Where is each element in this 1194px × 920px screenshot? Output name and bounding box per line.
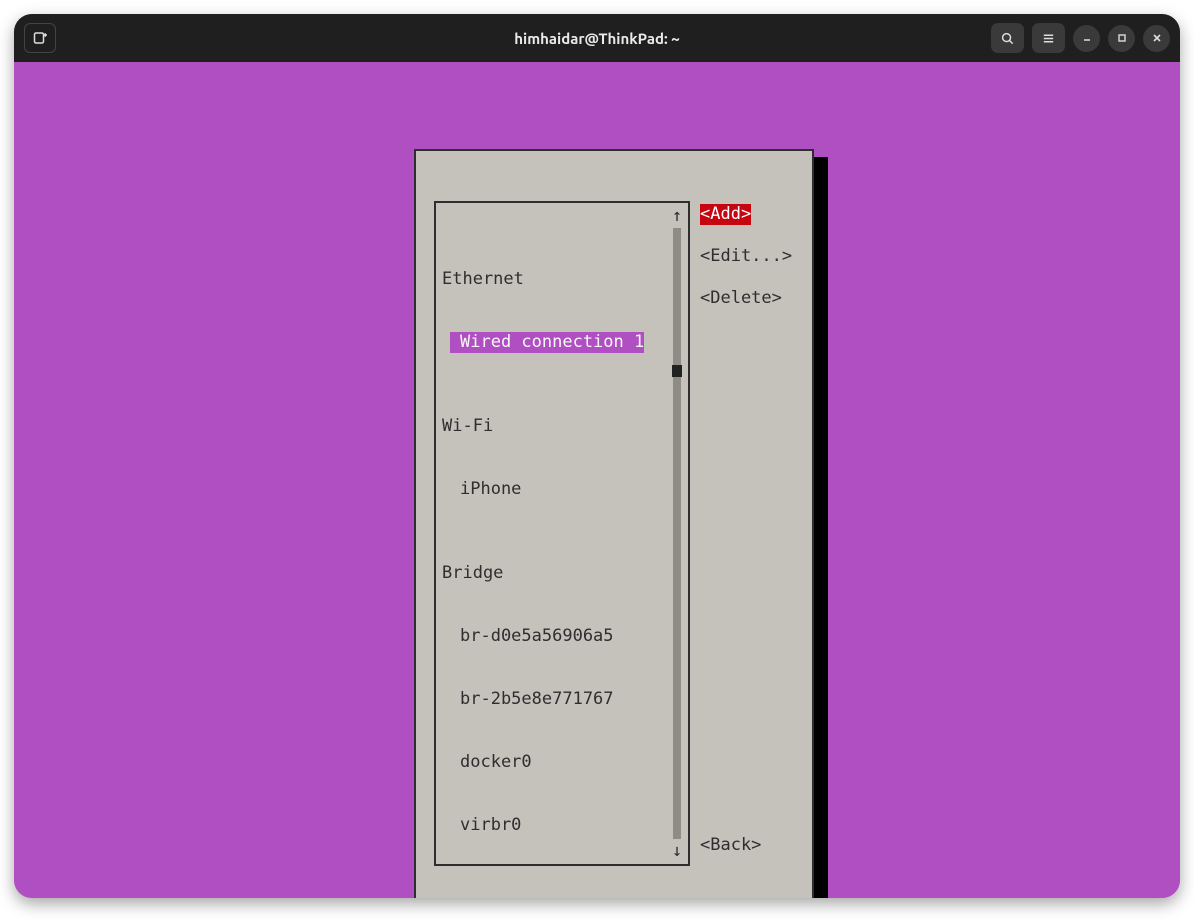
action-buttons: <Add> <Edit...> <Delete> (700, 204, 792, 309)
scrollbar[interactable]: ↑ ↓ (669, 206, 685, 861)
hamburger-icon (1041, 31, 1056, 46)
list-item[interactable]: iPhone (442, 479, 664, 500)
menu-button[interactable] (1032, 23, 1065, 53)
minimize-icon (1081, 32, 1093, 44)
nmtui-dialog: Ethernet Wired connection 1 Wi-Fi iPhone… (414, 149, 814, 898)
list-item[interactable]: br-d0e5a56906a5 (442, 626, 664, 647)
scroll-down-arrow[interactable]: ↓ (672, 841, 682, 861)
scrollbar-thumb[interactable] (672, 365, 682, 377)
close-icon (1151, 32, 1163, 44)
new-tab-icon (32, 30, 48, 46)
list-item[interactable]: docker0 (442, 752, 664, 773)
search-button[interactable] (991, 23, 1024, 53)
add-button[interactable]: <Add> (700, 204, 751, 225)
scrollbar-track[interactable] (673, 228, 681, 839)
maximize-button[interactable] (1108, 25, 1135, 52)
connection-listbox[interactable]: Ethernet Wired connection 1 Wi-Fi iPhone… (434, 201, 690, 866)
delete-button[interactable]: <Delete> (700, 288, 792, 309)
connection-list[interactable]: Ethernet Wired connection 1 Wi-Fi iPhone… (442, 206, 664, 861)
close-button[interactable] (1143, 25, 1170, 52)
list-group-header: Ethernet (442, 269, 664, 290)
terminal-area[interactable]: Ethernet Wired connection 1 Wi-Fi iPhone… (14, 62, 1180, 898)
list-item[interactable]: Wired connection 1 (450, 332, 644, 353)
maximize-icon (1116, 32, 1128, 44)
window-titlebar: himhaidar@ThinkPad: ~ (14, 14, 1180, 62)
new-tab-button[interactable] (24, 23, 56, 53)
list-group-header: Bridge (442, 563, 664, 584)
back-button[interactable]: <Back> (700, 835, 761, 856)
minimize-button[interactable] (1073, 25, 1100, 52)
list-group-header: Wi-Fi (442, 416, 664, 437)
terminal-window: himhaidar@ThinkPad: ~ (14, 14, 1180, 898)
edit-button[interactable]: <Edit...> (700, 246, 792, 267)
search-icon (1000, 31, 1015, 46)
list-item[interactable]: br-2b5e8e771767 (442, 689, 664, 710)
scroll-up-arrow[interactable]: ↑ (672, 206, 682, 226)
window-controls (991, 23, 1170, 53)
list-item[interactable]: virbr0 (442, 815, 664, 836)
